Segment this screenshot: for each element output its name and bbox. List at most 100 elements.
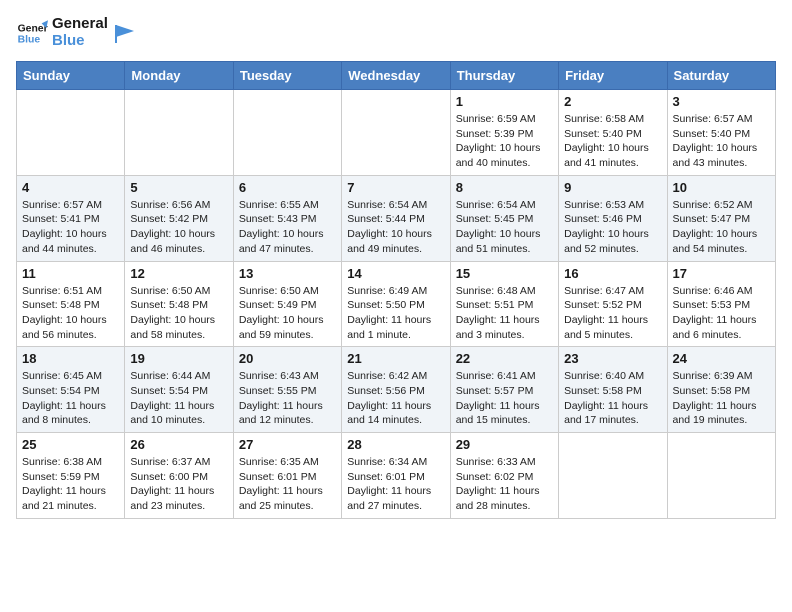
day-info: Sunrise: 6:58 AM Sunset: 5:40 PM Dayligh… bbox=[564, 112, 661, 171]
day-info: Sunrise: 6:55 AM Sunset: 5:43 PM Dayligh… bbox=[239, 198, 336, 257]
day-info: Sunrise: 6:57 AM Sunset: 5:40 PM Dayligh… bbox=[673, 112, 770, 171]
week-row-5: 25 Sunrise: 6:38 AM Sunset: 5:59 PM Dayli… bbox=[17, 433, 776, 519]
weekday-header-tuesday: Tuesday bbox=[233, 62, 341, 90]
day-cell: 4 Sunrise: 6:57 AM Sunset: 5:41 PM Daylig… bbox=[17, 175, 125, 261]
day-cell: 7 Sunrise: 6:54 AM Sunset: 5:44 PM Daylig… bbox=[342, 175, 450, 261]
day-number: 28 bbox=[347, 437, 444, 452]
weekday-header-wednesday: Wednesday bbox=[342, 62, 450, 90]
day-cell: 2Sunrise: 6:58 AM Sunset: 5:40 PM Daylig… bbox=[559, 90, 667, 176]
day-number: 20 bbox=[239, 351, 336, 366]
weekday-header-row: SundayMondayTuesdayWednesdayThursdayFrid… bbox=[17, 62, 776, 90]
day-info: Sunrise: 6:52 AM Sunset: 5:47 PM Dayligh… bbox=[673, 198, 770, 257]
day-cell bbox=[342, 90, 450, 176]
day-number: 21 bbox=[347, 351, 444, 366]
day-info: Sunrise: 6:47 AM Sunset: 5:52 PM Dayligh… bbox=[564, 284, 661, 343]
weekday-header-thursday: Thursday bbox=[450, 62, 558, 90]
day-cell: 24Sunrise: 6:39 AM Sunset: 5:58 PM Dayli… bbox=[667, 347, 775, 433]
week-row-2: 4 Sunrise: 6:57 AM Sunset: 5:41 PM Daylig… bbox=[17, 175, 776, 261]
day-number: 25 bbox=[22, 437, 119, 452]
day-cell: 6 Sunrise: 6:55 AM Sunset: 5:43 PM Daylig… bbox=[233, 175, 341, 261]
weekday-header-friday: Friday bbox=[559, 62, 667, 90]
day-number: 29 bbox=[456, 437, 553, 452]
day-number: 7 bbox=[347, 180, 444, 195]
day-info: Sunrise: 6:45 AM Sunset: 5:54 PM Dayligh… bbox=[22, 369, 119, 428]
logo-icon: General Blue bbox=[16, 17, 48, 49]
page-header: General Blue General Blue bbox=[16, 16, 776, 49]
day-cell bbox=[667, 433, 775, 519]
day-cell: 25 Sunrise: 6:38 AM Sunset: 5:59 PM Dayli… bbox=[17, 433, 125, 519]
week-row-3: 11 Sunrise: 6:51 AM Sunset: 5:48 PM Dayli… bbox=[17, 261, 776, 347]
day-cell: 15Sunrise: 6:48 AM Sunset: 5:51 PM Dayli… bbox=[450, 261, 558, 347]
day-cell: 16 Sunrise: 6:47 AM Sunset: 5:52 PM Dayli… bbox=[559, 261, 667, 347]
day-info: Sunrise: 6:54 AM Sunset: 5:44 PM Dayligh… bbox=[347, 198, 444, 257]
day-cell: 23 Sunrise: 6:40 AM Sunset: 5:58 PM Dayli… bbox=[559, 347, 667, 433]
day-number: 22 bbox=[456, 351, 553, 366]
day-info: Sunrise: 6:50 AM Sunset: 5:49 PM Dayligh… bbox=[239, 284, 336, 343]
day-info: Sunrise: 6:35 AM Sunset: 6:01 PM Dayligh… bbox=[239, 455, 336, 514]
day-number: 1 bbox=[456, 94, 553, 109]
day-number: 5 bbox=[130, 180, 227, 195]
day-cell: 21 Sunrise: 6:42 AM Sunset: 5:56 PM Dayli… bbox=[342, 347, 450, 433]
day-number: 6 bbox=[239, 180, 336, 195]
day-cell bbox=[125, 90, 233, 176]
day-number: 19 bbox=[130, 351, 227, 366]
logo-general: General bbox=[52, 16, 108, 33]
weekday-header-monday: Monday bbox=[125, 62, 233, 90]
day-info: Sunrise: 6:44 AM Sunset: 5:54 PM Dayligh… bbox=[130, 369, 227, 428]
day-cell: 22 Sunrise: 6:41 AM Sunset: 5:57 PM Dayli… bbox=[450, 347, 558, 433]
day-number: 12 bbox=[130, 266, 227, 281]
logo-blue: Blue bbox=[52, 33, 108, 50]
day-number: 11 bbox=[22, 266, 119, 281]
day-info: Sunrise: 6:34 AM Sunset: 6:01 PM Dayligh… bbox=[347, 455, 444, 514]
calendar-table: SundayMondayTuesdayWednesdayThursdayFrid… bbox=[16, 61, 776, 519]
day-cell: 29 Sunrise: 6:33 AM Sunset: 6:02 PM Dayli… bbox=[450, 433, 558, 519]
day-cell: 27 Sunrise: 6:35 AM Sunset: 6:01 PM Dayli… bbox=[233, 433, 341, 519]
day-number: 27 bbox=[239, 437, 336, 452]
day-number: 4 bbox=[22, 180, 119, 195]
day-cell bbox=[233, 90, 341, 176]
day-number: 16 bbox=[564, 266, 661, 281]
day-info: Sunrise: 6:42 AM Sunset: 5:56 PM Dayligh… bbox=[347, 369, 444, 428]
week-row-1: 1Sunrise: 6:59 AM Sunset: 5:39 PM Daylig… bbox=[17, 90, 776, 176]
day-cell: 1Sunrise: 6:59 AM Sunset: 5:39 PM Daylig… bbox=[450, 90, 558, 176]
day-info: Sunrise: 6:46 AM Sunset: 5:53 PM Dayligh… bbox=[673, 284, 770, 343]
week-row-4: 18 Sunrise: 6:45 AM Sunset: 5:54 PM Dayli… bbox=[17, 347, 776, 433]
day-cell: 14 Sunrise: 6:49 AM Sunset: 5:50 PM Dayli… bbox=[342, 261, 450, 347]
day-cell: 12Sunrise: 6:50 AM Sunset: 5:48 PM Dayli… bbox=[125, 261, 233, 347]
day-number: 17 bbox=[673, 266, 770, 281]
svg-text:Blue: Blue bbox=[18, 34, 41, 45]
day-info: Sunrise: 6:54 AM Sunset: 5:45 PM Dayligh… bbox=[456, 198, 553, 257]
day-cell: 13 Sunrise: 6:50 AM Sunset: 5:49 PM Dayli… bbox=[233, 261, 341, 347]
day-number: 10 bbox=[673, 180, 770, 195]
day-cell: 20Sunrise: 6:43 AM Sunset: 5:55 PM Dayli… bbox=[233, 347, 341, 433]
weekday-header-saturday: Saturday bbox=[667, 62, 775, 90]
day-number: 14 bbox=[347, 266, 444, 281]
day-cell: 5 Sunrise: 6:56 AM Sunset: 5:42 PM Daylig… bbox=[125, 175, 233, 261]
day-cell: 3 Sunrise: 6:57 AM Sunset: 5:40 PM Daylig… bbox=[667, 90, 775, 176]
day-cell: 9Sunrise: 6:53 AM Sunset: 5:46 PM Daylig… bbox=[559, 175, 667, 261]
day-info: Sunrise: 6:33 AM Sunset: 6:02 PM Dayligh… bbox=[456, 455, 553, 514]
day-number: 3 bbox=[673, 94, 770, 109]
day-cell: 10 Sunrise: 6:52 AM Sunset: 5:47 PM Dayli… bbox=[667, 175, 775, 261]
day-info: Sunrise: 6:53 AM Sunset: 5:46 PM Dayligh… bbox=[564, 198, 661, 257]
day-number: 15 bbox=[456, 266, 553, 281]
day-cell bbox=[17, 90, 125, 176]
day-number: 18 bbox=[22, 351, 119, 366]
day-info: Sunrise: 6:49 AM Sunset: 5:50 PM Dayligh… bbox=[347, 284, 444, 343]
day-info: Sunrise: 6:51 AM Sunset: 5:48 PM Dayligh… bbox=[22, 284, 119, 343]
day-info: Sunrise: 6:40 AM Sunset: 5:58 PM Dayligh… bbox=[564, 369, 661, 428]
day-info: Sunrise: 6:57 AM Sunset: 5:41 PM Dayligh… bbox=[22, 198, 119, 257]
day-cell: 19 Sunrise: 6:44 AM Sunset: 5:54 PM Dayli… bbox=[125, 347, 233, 433]
day-info: Sunrise: 6:38 AM Sunset: 5:59 PM Dayligh… bbox=[22, 455, 119, 514]
day-cell bbox=[559, 433, 667, 519]
day-info: Sunrise: 6:39 AM Sunset: 5:58 PM Dayligh… bbox=[673, 369, 770, 428]
day-info: Sunrise: 6:56 AM Sunset: 5:42 PM Dayligh… bbox=[130, 198, 227, 257]
day-number: 13 bbox=[239, 266, 336, 281]
logo: General Blue General Blue bbox=[16, 16, 136, 49]
day-cell: 8Sunrise: 6:54 AM Sunset: 5:45 PM Daylig… bbox=[450, 175, 558, 261]
day-number: 23 bbox=[564, 351, 661, 366]
day-number: 26 bbox=[130, 437, 227, 452]
day-cell: 28 Sunrise: 6:34 AM Sunset: 6:01 PM Dayli… bbox=[342, 433, 450, 519]
day-info: Sunrise: 6:41 AM Sunset: 5:57 PM Dayligh… bbox=[456, 369, 553, 428]
day-cell: 11 Sunrise: 6:51 AM Sunset: 5:48 PM Dayli… bbox=[17, 261, 125, 347]
